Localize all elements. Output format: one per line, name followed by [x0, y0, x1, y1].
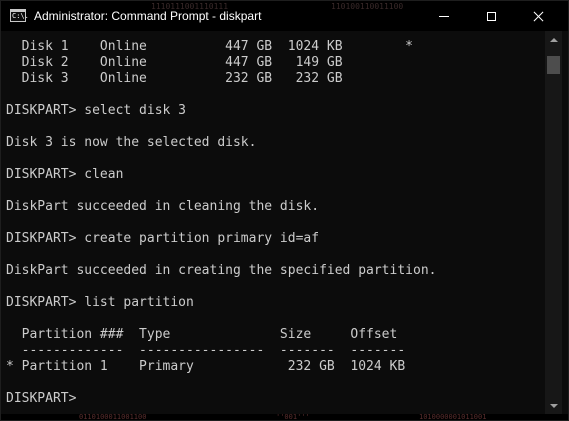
minimize-icon	[439, 15, 449, 17]
background-binary-text: 1010000001011001	[419, 413, 487, 421]
command-prompt-icon-label: C:\.	[12, 12, 29, 20]
scroll-up-button[interactable]	[545, 31, 562, 48]
close-button[interactable]	[515, 1, 561, 31]
console-line: Disk 2 Online 447 GB 149 GB	[6, 55, 343, 70]
console-output[interactable]: Disk 1 Online 447 GB 1024 KB * Disk 2 On…	[1, 31, 545, 420]
scrollbar-thumb[interactable]	[547, 56, 560, 74]
console-line: DiskPart succeeded in cleaning the disk.	[6, 199, 320, 214]
window-right-edge	[562, 31, 568, 420]
console-line: * Partition 1 Primary 232 GB 1024 KB	[6, 359, 406, 374]
console-line: ------------- ---------------- ------- -…	[6, 343, 406, 358]
window-title: Administrator: Command Prompt - diskpart	[34, 9, 262, 23]
console-line: DISKPART> select disk 3	[6, 103, 187, 118]
console-line: DISKPART> create partition primary id=af	[6, 231, 320, 246]
maximize-button[interactable]	[468, 1, 514, 31]
title-bar[interactable]: 1110111001110111 110100110011100 C:\. Ad…	[1, 1, 568, 31]
close-icon	[533, 11, 544, 22]
console-line: DISKPART> list partition	[6, 295, 194, 310]
background-binary-text: 110100110011100	[331, 2, 404, 11]
background-binary-text: 0110100011001100	[79, 413, 147, 421]
console-line: DISKPART>	[6, 391, 85, 406]
console-line: DiskPart succeeded in creating the speci…	[6, 263, 437, 278]
maximize-icon	[486, 11, 496, 21]
scroll-up-arrow-icon	[549, 37, 558, 42]
console-line: Disk 3 is now the selected disk.	[6, 135, 257, 150]
scroll-down-button[interactable]	[545, 397, 562, 414]
console-line: Partition ### Type Size Offset	[6, 327, 398, 342]
command-prompt-icon[interactable]: C:\.	[10, 9, 29, 22]
background-binary-text: ''001'''	[276, 413, 310, 421]
scroll-down-arrow-icon	[549, 403, 558, 408]
console-line: DISKPART> clean	[6, 167, 124, 182]
vertical-scrollbar[interactable]	[545, 31, 562, 414]
console-line: Disk 1 Online 447 GB 1024 KB *	[6, 39, 413, 54]
console-line: Disk 3 Online 232 GB 232 GB	[6, 71, 343, 86]
command-prompt-window: 1110111001110111 110100110011100 C:\. Ad…	[0, 0, 569, 421]
minimize-button[interactable]	[421, 1, 467, 31]
bottom-background-strip: 0110100011001100 ''001''' 10100000010110…	[1, 413, 568, 421]
